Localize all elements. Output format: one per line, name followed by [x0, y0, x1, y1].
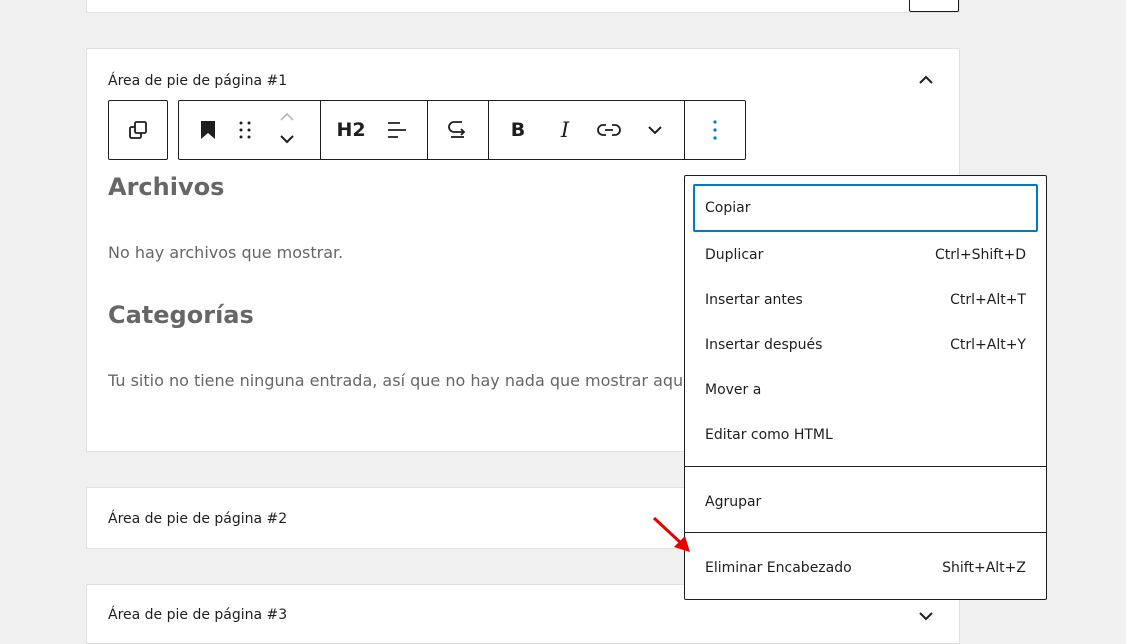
annotation-arrow-icon	[652, 516, 690, 552]
archives-heading[interactable]: Archivos	[108, 173, 224, 201]
block-options-menu: Copiar Duplicar Ctrl+Shift+D Insertar an…	[684, 175, 1047, 600]
move-up-button[interactable]	[272, 106, 302, 128]
more-vertical-icon	[713, 120, 717, 140]
chevron-down-icon	[280, 135, 294, 144]
menu-item-shortcut: Ctrl+Shift+D	[935, 247, 1026, 263]
previous-panel-button[interactable]	[909, 0, 959, 12]
parent-block-icon	[129, 121, 147, 139]
footer-area-1-title[interactable]: Área de pie de página #1	[108, 73, 287, 89]
footer-area-3-title[interactable]: Área de pie de página #3	[108, 607, 287, 623]
loop-arrow-icon	[448, 121, 466, 138]
link-icon	[597, 124, 621, 136]
menu-item-label: Mover a	[705, 382, 762, 398]
menu-item-copy[interactable]: Copiar	[693, 184, 1038, 232]
menu-item-duplicate[interactable]: Duplicar Ctrl+Shift+D	[693, 231, 1038, 279]
categories-empty-text: Tu sitio no tiene ninguna entrada, así q…	[108, 371, 684, 390]
chevron-up-icon[interactable]	[917, 71, 935, 89]
move-down-button[interactable]	[272, 128, 302, 150]
menu-item-label: Editar como HTML	[705, 427, 833, 443]
heading-level-button[interactable]: H2	[335, 115, 367, 145]
menu-item-shortcut: Ctrl+Alt+T	[950, 292, 1026, 308]
drag-handle[interactable]	[230, 115, 260, 145]
menu-item-shortcut: Ctrl+Alt+Y	[950, 337, 1026, 353]
menu-item-insert-after[interactable]: Insertar después Ctrl+Alt+Y	[693, 321, 1038, 369]
menu-item-group[interactable]: Agrupar	[693, 478, 1038, 526]
align-left-icon	[388, 122, 406, 138]
menu-item-remove-heading[interactable]: Eliminar Encabezado Shift+Alt+Z	[693, 544, 1038, 592]
menu-item-label: Eliminar Encabezado	[705, 560, 852, 576]
menu-item-label: Copiar	[705, 200, 751, 216]
menu-item-shortcut: Shift+Alt+Z	[942, 560, 1026, 576]
italic-button[interactable]: I	[550, 115, 580, 145]
block-type-button[interactable]	[193, 115, 223, 145]
chevron-down-icon[interactable]	[917, 607, 935, 625]
menu-item-insert-before[interactable]: Insertar antes Ctrl+Alt+T	[693, 276, 1038, 324]
chevron-down-icon	[648, 126, 662, 135]
menu-item-label: Agrupar	[705, 494, 762, 510]
bookmark-icon	[201, 121, 215, 139]
footer-area-2-title[interactable]: Área de pie de página #2	[108, 511, 287, 527]
align-button[interactable]	[382, 115, 412, 145]
options-button[interactable]	[700, 115, 730, 145]
select-parent-button[interactable]	[123, 115, 153, 145]
menu-item-move-to[interactable]: Mover a	[693, 366, 1038, 414]
chevron-up-icon	[280, 112, 294, 121]
menu-divider	[685, 466, 1046, 467]
transform-button[interactable]	[443, 115, 473, 145]
menu-item-label: Insertar antes	[705, 292, 803, 308]
menu-item-edit-html[interactable]: Editar como HTML	[693, 411, 1038, 459]
menu-item-label: Insertar después	[705, 337, 823, 353]
archives-empty-text: No hay archivos que mostrar.	[108, 243, 344, 262]
previous-panel	[86, 0, 960, 13]
drag-handle-icon	[239, 121, 251, 139]
categories-heading[interactable]: Categorías	[108, 301, 254, 329]
bold-button[interactable]: B	[503, 115, 533, 145]
menu-item-label: Duplicar	[705, 247, 764, 263]
more-formatting-button[interactable]	[640, 115, 670, 145]
menu-divider	[685, 532, 1046, 533]
link-button[interactable]	[594, 115, 624, 145]
